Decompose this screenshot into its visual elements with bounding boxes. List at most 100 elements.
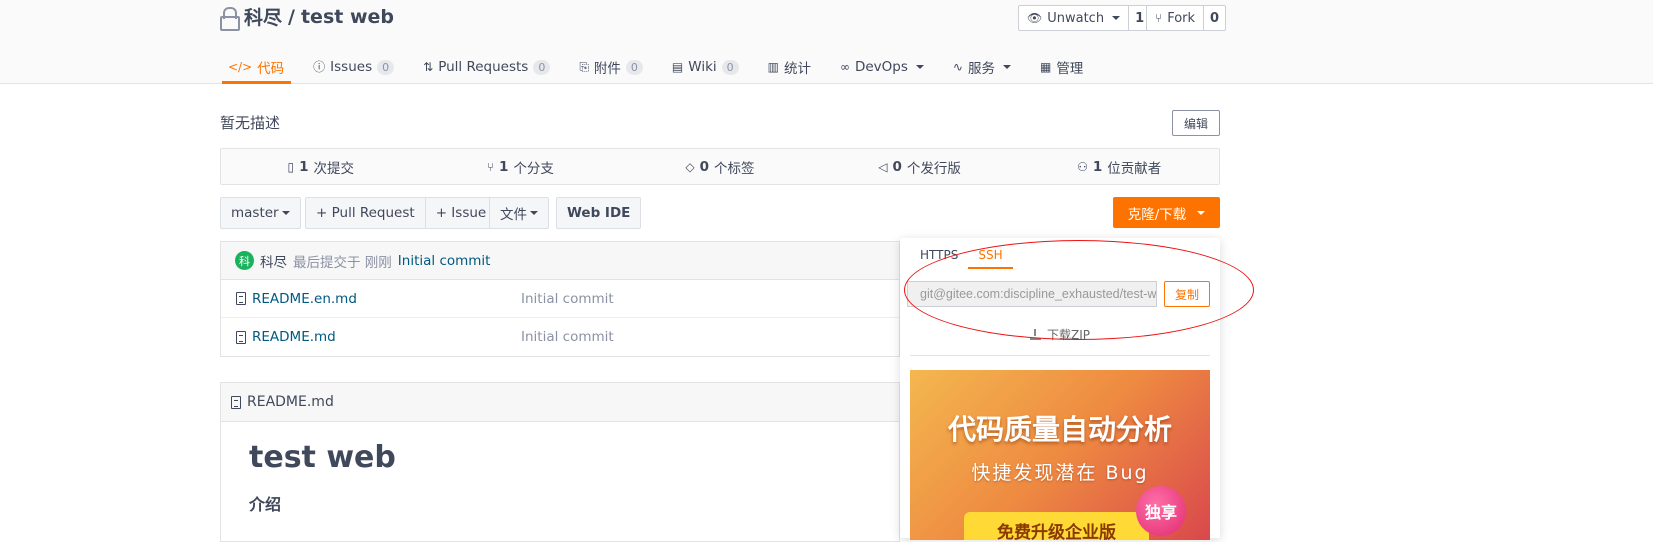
- files-label: 文件: [500, 207, 527, 223]
- file-list: 科 科尽 最后提交于 刚刚 Initial commit README.en.m…: [220, 241, 900, 357]
- chevron-down-icon: [1197, 210, 1206, 215]
- stat-label: 个分支: [513, 160, 554, 177]
- branch-icon: ⑂: [486, 159, 495, 174]
- clone-download-button[interactable]: 克隆/下载: [1113, 197, 1220, 228]
- stat-label: 个发行版: [906, 160, 961, 177]
- paperclip-icon: ⎘: [579, 60, 589, 74]
- files-dropdown[interactable]: 文件: [489, 197, 549, 229]
- bar-chart-icon: ▥: [767, 60, 779, 74]
- stat-commits[interactable]: ▯ 1 次提交: [221, 157, 421, 177]
- stat-contributors[interactable]: ⚇ 1 位贡献者: [1019, 157, 1219, 177]
- settings-doc-icon: ▦: [1039, 60, 1052, 74]
- tab-label: 管理: [1056, 61, 1084, 77]
- issue-icon: ⓘ: [313, 60, 326, 74]
- chevron-down-icon: [281, 211, 290, 215]
- tab-label: 统计: [783, 61, 811, 77]
- release-icon: ◁: [878, 159, 888, 174]
- repo-title-separator: /: [288, 5, 295, 28]
- branch-select[interactable]: master: [220, 197, 301, 229]
- infinity-icon: ∞: [839, 60, 850, 74]
- chevron-down-icon: [915, 65, 924, 69]
- avatar[interactable]: 科: [235, 251, 254, 270]
- file-commit-message[interactable]: Initial commit: [521, 329, 614, 345]
- book-icon: ▤: [671, 60, 684, 74]
- edit-description-button[interactable]: 编辑: [1172, 110, 1220, 136]
- fork-icon: ⑂: [1155, 11, 1163, 25]
- unwatch-label: Unwatch: [1047, 10, 1105, 26]
- promo-banner[interactable]: 代码质量自动分析 快捷发现潜在 Bug 免费升级企业版 独享: [910, 370, 1210, 540]
- tab-manage[interactable]: ▦ 管理: [1034, 52, 1090, 82]
- stat-number: 0: [699, 158, 710, 175]
- tab-issues[interactable]: ⓘ Issues 0: [307, 52, 401, 82]
- chevron-down-icon: [530, 211, 538, 215]
- pulse-icon: ∿: [952, 60, 963, 74]
- tab-badge: 0: [721, 59, 739, 75]
- tab-badge: 0: [625, 59, 643, 75]
- tab-label: 代码: [257, 60, 285, 77]
- tab-label: Pull Requests: [438, 59, 529, 75]
- commit-message-link[interactable]: Initial commit: [398, 253, 491, 269]
- repo-stats-bar: ▯ 1 次提交 ⑂ 1 个分支 ◇ 0 个标签 ◁ 0 个发行版 ⚇ 1 位贡献者: [220, 148, 1220, 185]
- readme-title: test web: [249, 440, 396, 475]
- tab-attachments[interactable]: ⎘ 附件 0: [573, 52, 650, 82]
- tab-badge: 0: [533, 59, 551, 75]
- stat-number: 1: [499, 158, 509, 175]
- commit-doc-icon: ▯: [287, 159, 295, 174]
- web-ide-button[interactable]: Web IDE: [556, 197, 642, 229]
- red-annotation-ellipse: [904, 240, 1254, 340]
- banner-exclusive-badge: 独享: [1136, 486, 1186, 536]
- fork-button[interactable]: ⑂ Fork 0: [1146, 5, 1227, 31]
- tab-label: 附件: [593, 61, 621, 77]
- stat-releases[interactable]: ◁ 0 个发行版: [820, 157, 1020, 177]
- contributors-icon: ⚇: [1077, 159, 1088, 174]
- eye-icon: 👁: [1027, 11, 1043, 25]
- tab-stats[interactable]: ▥ 统计: [762, 52, 818, 82]
- banner-upgrade-button[interactable]: 免费升级企业版: [964, 512, 1149, 540]
- file-icon: [236, 292, 246, 305]
- tab-badge: 0: [377, 59, 395, 75]
- branch-name: master: [231, 205, 279, 221]
- commit-time: 最后提交于 刚刚: [293, 254, 392, 271]
- banner-headline: 代码质量自动分析: [947, 413, 1172, 446]
- tab-services[interactable]: ∿ 服务: [947, 52, 1018, 82]
- tab-label: Issues: [330, 59, 373, 75]
- lock-icon: [220, 6, 240, 31]
- file-commit-message[interactable]: Initial commit: [521, 291, 614, 307]
- stat-number: 0: [892, 158, 902, 175]
- repo-title: 科尽 / test web: [220, 3, 394, 31]
- file-row[interactable]: README.en.md Initial commit: [221, 280, 899, 318]
- tab-label: 服务: [967, 61, 995, 77]
- repo-nav-tabs: </> 代码 ⓘ Issues 0 ⇅ Pull Requests 0 ⎘ 附件 0 ▤ Wik…: [222, 52, 1106, 84]
- file-name-link[interactable]: README.md: [252, 329, 336, 345]
- pull-request-icon: ⇅: [423, 60, 434, 74]
- tab-label: DevOps: [854, 59, 908, 75]
- readme-section-heading: 介绍: [249, 495, 282, 514]
- tab-pull-requests[interactable]: ⇅ Pull Requests 0: [417, 52, 557, 82]
- tab-code[interactable]: </> 代码: [222, 52, 292, 84]
- commit-author[interactable]: 科尽: [260, 251, 287, 271]
- pr-issue-group: + Pull Request + Issue: [305, 197, 498, 229]
- file-name-link[interactable]: README.en.md: [252, 291, 357, 307]
- stat-branches[interactable]: ⑂ 1 个分支: [421, 157, 621, 177]
- code-icon: </>: [228, 59, 253, 74]
- tab-devops[interactable]: ∞ DevOps: [834, 52, 931, 82]
- readme-filename: README.md: [247, 394, 334, 410]
- new-pull-request-button[interactable]: + Pull Request: [305, 197, 426, 229]
- repo-description: 暂无描述: [220, 114, 281, 132]
- last-commit-row: 科 科尽 最后提交于 刚刚 Initial commit: [221, 242, 899, 280]
- file-icon: [231, 395, 241, 409]
- new-issue-button[interactable]: + Issue: [425, 197, 498, 229]
- tag-icon: ◇: [685, 159, 695, 174]
- clone-label: 克隆/下载: [1127, 206, 1187, 223]
- readme-header: README.md: [221, 383, 899, 422]
- file-icon: [236, 330, 246, 344]
- repo-name-link[interactable]: test web: [301, 6, 394, 28]
- unwatch-button[interactable]: 👁 Unwatch 1: [1018, 5, 1152, 31]
- stat-tags[interactable]: ◇ 0 个标签: [620, 157, 820, 177]
- stat-label: 位贡献者: [1107, 160, 1162, 177]
- tab-wiki[interactable]: ▤ Wiki 0: [666, 52, 746, 82]
- file-row[interactable]: README.md Initial commit: [221, 318, 899, 356]
- chevron-down-icon: [1002, 65, 1011, 69]
- fork-count[interactable]: 0: [1203, 6, 1225, 30]
- repo-owner-link[interactable]: 科尽: [244, 3, 282, 30]
